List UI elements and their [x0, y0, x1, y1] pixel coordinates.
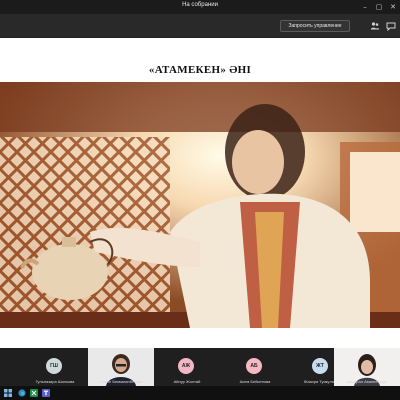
- avatar: АЖ: [178, 358, 194, 374]
- meeting-window: На собрании – ▢ ✕ Запросить управление «…: [0, 0, 400, 400]
- participants-strip: ГШ Гульназира Шалкова Сауле Бекмаганбето…: [0, 348, 400, 386]
- participant-name: Акмарал Амангельды: [346, 379, 388, 384]
- request-control-button[interactable]: Запросить управление: [280, 20, 350, 32]
- participant-name: Асем Бейсенова: [239, 379, 271, 384]
- participant-name: Гульназира Шалкова: [35, 379, 75, 384]
- participant-tile[interactable]: АБ Асем Бейсенова: [222, 348, 288, 386]
- participant-tile[interactable]: Сауле Бекмаганбетова: [88, 348, 154, 386]
- video-frame: [0, 82, 400, 328]
- edge-icon[interactable]: [18, 389, 26, 397]
- maximize-icon[interactable]: ▢: [372, 0, 386, 14]
- people-icon[interactable]: [370, 21, 380, 31]
- participant-tile[interactable]: Акмарал Амангельды: [334, 348, 400, 386]
- chat-icon[interactable]: [386, 21, 396, 31]
- close-icon[interactable]: ✕: [386, 0, 400, 14]
- participant-tile[interactable]: АЖ Айнур Жолтай: [154, 348, 220, 386]
- window-title: На собрании: [182, 2, 218, 8]
- avatar: ЖТ: [312, 358, 328, 374]
- participant-name: Айнур Жолтай: [173, 379, 201, 384]
- avatar: ГШ: [46, 358, 62, 374]
- slide-title: «АТАМЕКЕН» ӘНІ: [148, 64, 252, 76]
- excel-icon[interactable]: [30, 389, 38, 397]
- shared-screen: «АТАМЕКЕН» ӘНІ: [0, 38, 400, 348]
- avatar: АБ: [246, 358, 262, 374]
- minimize-icon[interactable]: –: [358, 0, 372, 14]
- teams-icon[interactable]: [42, 389, 50, 397]
- participant-tile[interactable]: ГШ Гульназира Шалкова: [22, 348, 88, 386]
- start-icon[interactable]: [4, 389, 12, 397]
- participant-name: Сауле Бекмаганбетова: [99, 379, 143, 384]
- title-bar: На собрании – ▢ ✕: [0, 0, 400, 14]
- os-taskbar: [0, 386, 400, 400]
- meeting-toolbar: Запросить управление: [0, 14, 400, 38]
